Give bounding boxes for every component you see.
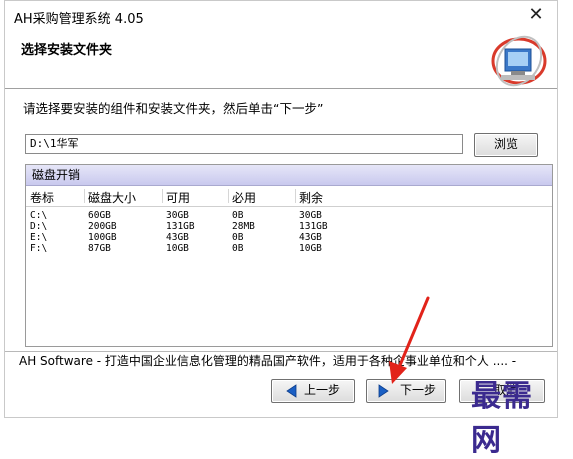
- cell-required: 0B: [232, 243, 244, 254]
- cell-remaining: 43GB: [299, 232, 322, 243]
- cell-available: 131GB: [166, 221, 195, 232]
- footer-brand-text: AH Software - 打造中国企业信息化管理的精品国产软件，适用于各种企事…: [19, 354, 517, 368]
- cell-volume: C:\: [30, 210, 48, 221]
- disk-column-header: 卷标 磁盘大小 可用 必用 剩余: [26, 186, 552, 207]
- cell-remaining: 131GB: [299, 221, 328, 232]
- column-disk-size[interactable]: 磁盘大小: [88, 189, 136, 206]
- installer-logo-icon: [491, 35, 547, 87]
- column-volume[interactable]: 卷标: [30, 189, 54, 206]
- column-divider: [295, 189, 296, 203]
- next-button-label: 下一步: [400, 383, 437, 397]
- cell-volume: D:\: [30, 221, 48, 232]
- table-row[interactable]: F:\ 87GB 10GB 0B 10GB: [26, 243, 552, 254]
- next-button[interactable]: 下一步: [366, 379, 446, 403]
- table-row[interactable]: D:\ 200GB 131GB 28MB 131GB: [26, 221, 552, 232]
- instruction-text: 请选择要安装的组件和安装文件夹，然后单击“下一步”: [23, 101, 324, 116]
- cell-available: 43GB: [166, 232, 189, 243]
- close-icon[interactable]: ✕: [525, 4, 547, 26]
- cell-remaining: 30GB: [299, 210, 322, 221]
- cell-required: 0B: [232, 210, 244, 221]
- disk-space-panel: 磁盘开销 卷标 磁盘大小 可用 必用 剩余 C:\ 60GB 30GB 0B 3…: [25, 164, 553, 347]
- column-required[interactable]: 必用: [232, 189, 256, 206]
- column-remaining[interactable]: 剩余: [299, 189, 323, 206]
- page-heading: 选择安装文件夹: [21, 43, 113, 58]
- cell-required: 28MB: [232, 221, 255, 232]
- cell-available: 30GB: [166, 210, 189, 221]
- table-row[interactable]: E:\ 100GB 43GB 0B 43GB: [26, 232, 552, 243]
- cell-size: 60GB: [88, 210, 111, 221]
- arrow-right-icon: [378, 384, 389, 398]
- browse-button[interactable]: 浏览: [474, 133, 538, 157]
- cell-size: 87GB: [88, 243, 111, 254]
- installer-window: AH采购管理系统 4.05 ✕ 选择安装文件夹 请选择要安装的组件和安装文件夹，…: [4, 0, 558, 458]
- back-button-label: 上一步: [304, 383, 341, 397]
- cell-size: 200GB: [88, 221, 117, 232]
- title-bar: AH采购管理系统 4.05 ✕: [5, 1, 557, 31]
- cell-remaining: 10GB: [299, 243, 322, 254]
- header-divider: [5, 88, 557, 89]
- table-row[interactable]: C:\ 60GB 30GB 0B 30GB: [26, 210, 552, 221]
- cell-volume: E:\: [30, 232, 48, 243]
- install-path-field[interactable]: D:\1华军: [25, 134, 463, 154]
- column-available[interactable]: 可用: [166, 189, 190, 206]
- cell-required: 0B: [232, 232, 244, 243]
- cell-size: 100GB: [88, 232, 117, 243]
- window-title: AH采购管理系统 4.05: [14, 12, 144, 27]
- back-button[interactable]: 上一步: [271, 379, 355, 403]
- site-watermark: 最需网: [471, 379, 533, 458]
- disk-panel-title: 磁盘开销: [26, 165, 552, 186]
- column-divider: [228, 189, 229, 203]
- column-divider: [162, 189, 163, 203]
- cell-volume: F:\: [30, 243, 48, 254]
- disk-rows: C:\ 60GB 30GB 0B 30GB D:\ 200GB 131GB 28…: [26, 207, 552, 254]
- cell-available: 10GB: [166, 243, 189, 254]
- column-divider: [84, 189, 85, 203]
- arrow-left-icon: [286, 384, 297, 398]
